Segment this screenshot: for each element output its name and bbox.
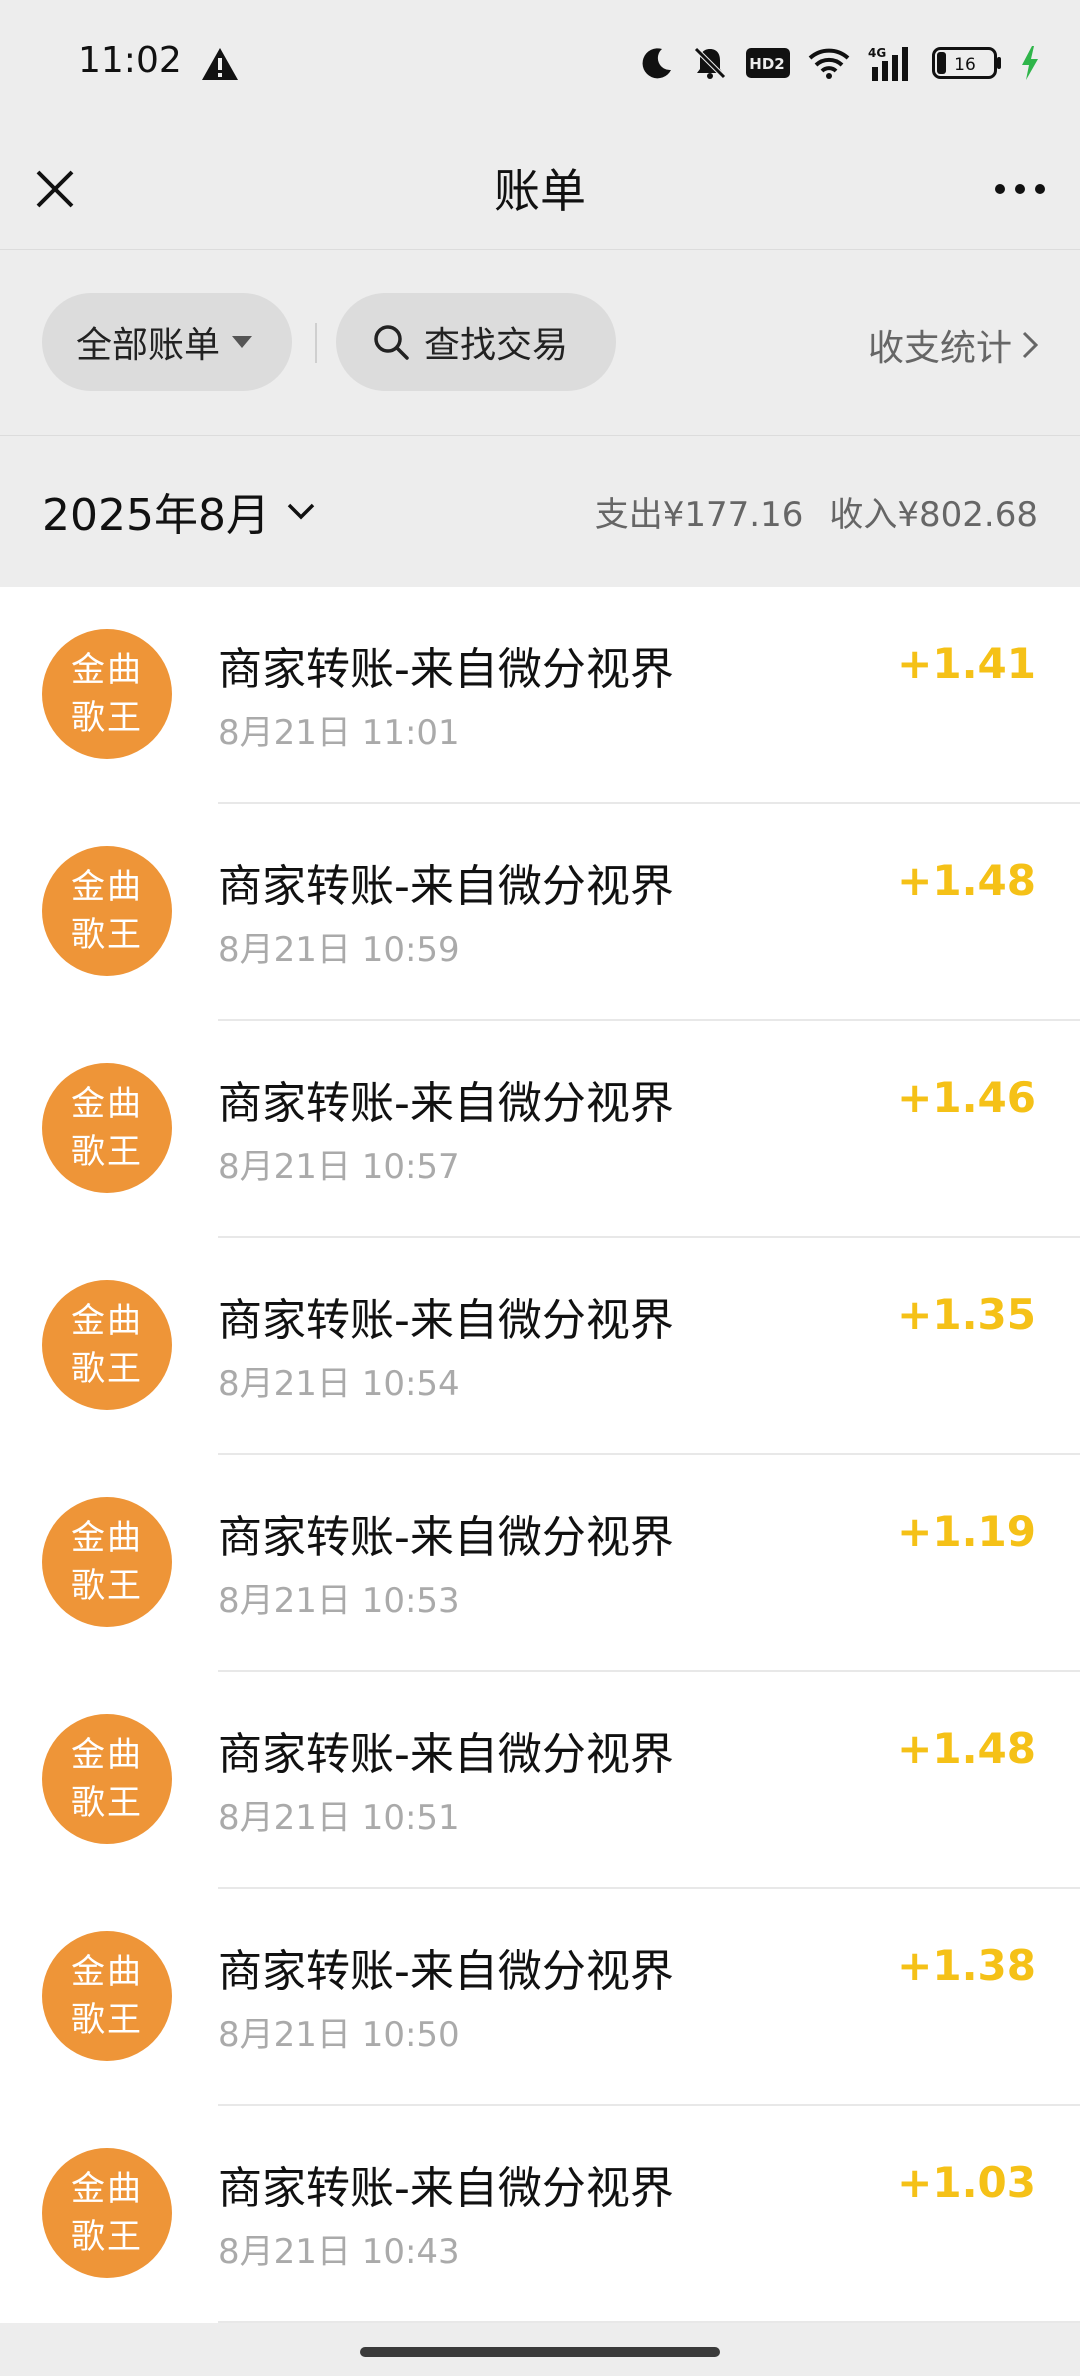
avatar: 金曲 歌王	[42, 1063, 172, 1193]
chevron-down-icon	[287, 503, 315, 520]
transaction-amount: +1.19	[897, 1507, 1036, 1556]
transaction-list: 金曲 歌王 商家转账-来自微分视界 8月21日 11:01 +1.41 金曲 歌…	[0, 587, 1080, 2323]
income-total: 收入¥802.68	[829, 495, 1038, 535]
transaction-title: 商家转账-来自微分视界	[218, 861, 674, 912]
avatar: 金曲 歌王	[42, 629, 172, 759]
transaction-title: 商家转账-来自微分视界	[218, 1295, 674, 1346]
avatar: 金曲 歌王	[42, 1714, 172, 1844]
transaction-amount: +1.46	[897, 1073, 1036, 1122]
page-title: 账单	[494, 164, 586, 218]
transaction-time: 8月21日 10:43	[218, 2232, 460, 2272]
transaction-time: 8月21日 10:51	[218, 1798, 460, 1838]
transaction-title: 商家转账-来自微分视界	[218, 1729, 674, 1780]
avatar-line-2: 歌王	[71, 1132, 143, 1172]
battery-level: 16	[954, 55, 976, 75]
avatar-line-1: 金曲	[71, 1301, 143, 1341]
transaction-row[interactable]: 金曲 歌王 商家转账-来自微分视界 8月21日 10:50 +1.38	[0, 1889, 1080, 2106]
transaction-title: 商家转账-来自微分视界	[218, 1946, 674, 1997]
avatar-line-1: 金曲	[71, 867, 143, 907]
avatar-line-2: 歌王	[71, 1783, 143, 1823]
month-label: 2025年8月	[42, 490, 270, 541]
hd-label: HD2	[749, 55, 784, 73]
more-icon[interactable]	[990, 160, 1050, 216]
expense-total: 支出¥177.16	[594, 495, 804, 535]
transaction-amount: +1.38	[897, 1941, 1036, 1990]
transaction-amount: +1.48	[897, 1724, 1036, 1773]
month-header: 2025年8月 支出¥177.16 收入¥802.68	[0, 437, 1080, 587]
avatar: 金曲 歌王	[42, 846, 172, 976]
avatar: 金曲 歌王	[42, 1931, 172, 2061]
transaction-row[interactable]: 金曲 歌王 商家转账-来自微分视界 8月21日 10:57 +1.46	[0, 1021, 1080, 1238]
transaction-title: 商家转账-来自微分视界	[218, 1078, 674, 1129]
avatar-line-2: 歌王	[71, 2000, 143, 2040]
all-bills-dropdown[interactable]: 全部账单	[42, 293, 292, 391]
avatar-line-2: 歌王	[71, 698, 143, 738]
row-divider	[218, 2321, 1080, 2323]
mute-bell-icon	[694, 47, 726, 79]
transaction-row[interactable]: 金曲 歌王 商家转账-来自微分视界 8月21日 10:53 +1.19	[0, 1455, 1080, 1672]
transaction-row[interactable]: 金曲 歌王 商家转账-来自微分视界 8月21日 11:01 +1.41	[0, 587, 1080, 804]
all-bills-label: 全部账单	[76, 325, 221, 366]
search-transactions-button[interactable]: 查找交易	[336, 293, 616, 391]
transaction-row[interactable]: 金曲 歌王 商家转账-来自微分视界 8月21日 10:54 +1.35	[0, 1238, 1080, 1455]
chevron-right-icon	[1022, 331, 1038, 359]
transaction-amount: +1.48	[897, 856, 1036, 905]
wifi-icon	[808, 48, 850, 79]
avatar-line-2: 歌王	[71, 915, 143, 955]
status-bar: 11:02 HD2 4G 16	[0, 0, 1080, 130]
transaction-row[interactable]: 金曲 歌王 商家转账-来自微分视界 8月21日 10:43 +1.03	[0, 2106, 1080, 2323]
transaction-time: 8月21日 10:54	[218, 1364, 460, 1404]
month-summary: 支出¥177.16 收入¥802.68	[595, 487, 1038, 536]
avatar-line-1: 金曲	[71, 650, 143, 690]
filter-bar: 全部账单 查找交易 收支统计	[0, 251, 1080, 436]
filter-divider	[315, 323, 317, 363]
avatar-line-1: 金曲	[71, 1518, 143, 1558]
avatar-line-1: 金曲	[71, 1084, 143, 1124]
stats-label: 收支统计	[867, 328, 1012, 369]
transaction-amount: +1.03	[897, 2158, 1036, 2207]
avatar-line-2: 歌王	[71, 1349, 143, 1389]
avatar-line-1: 金曲	[71, 1735, 143, 1775]
hd-icon: HD2	[746, 48, 790, 78]
avatar-line-1: 金曲	[71, 1952, 143, 1992]
nav-bar: 账单	[0, 130, 1080, 250]
transaction-amount: +1.35	[897, 1290, 1036, 1339]
transaction-time: 8月21日 10:50	[218, 2015, 460, 2055]
transaction-amount: +1.41	[897, 639, 1036, 688]
home-indicator[interactable]	[360, 2347, 720, 2357]
cellular-signal-icon: 4G	[868, 46, 908, 81]
transaction-row[interactable]: 金曲 歌王 商家转账-来自微分视界 8月21日 10:51 +1.48	[0, 1672, 1080, 1889]
transaction-title: 商家转账-来自微分视界	[218, 1512, 674, 1563]
stats-link[interactable]: 收支统计	[868, 319, 1038, 371]
status-icons: HD2 4G 16	[640, 40, 1040, 86]
status-time: 11:02	[78, 40, 182, 81]
moon-icon	[642, 48, 671, 79]
avatar-line-1: 金曲	[71, 2169, 143, 2209]
transaction-title: 商家转账-来自微分视界	[218, 2163, 674, 2214]
avatar-line-2: 歌王	[71, 1566, 143, 1606]
transaction-time: 8月21日 10:53	[218, 1581, 460, 1621]
avatar-line-2: 歌王	[71, 2217, 143, 2257]
network-label: 4G	[868, 46, 886, 60]
month-selector[interactable]: 2025年8月	[42, 479, 316, 543]
search-label: 查找交易	[424, 325, 569, 366]
transaction-row[interactable]: 金曲 歌王 商家转账-来自微分视界 8月21日 10:59 +1.48	[0, 804, 1080, 1021]
avatar: 金曲 歌王	[42, 1497, 172, 1627]
transaction-title: 商家转账-来自微分视界	[218, 644, 674, 695]
transaction-time: 8月21日 11:01	[218, 713, 460, 753]
warning-icon	[202, 48, 238, 80]
caret-down-icon	[232, 336, 253, 348]
avatar: 金曲 歌王	[42, 1280, 172, 1410]
transaction-time: 8月21日 10:57	[218, 1147, 460, 1187]
transaction-time: 8月21日 10:59	[218, 930, 460, 970]
battery-icon: 16	[932, 47, 1001, 79]
avatar: 金曲 歌王	[42, 2148, 172, 2278]
search-icon	[374, 325, 409, 360]
home-bar-area	[0, 2326, 1080, 2376]
charging-icon	[1022, 46, 1038, 80]
